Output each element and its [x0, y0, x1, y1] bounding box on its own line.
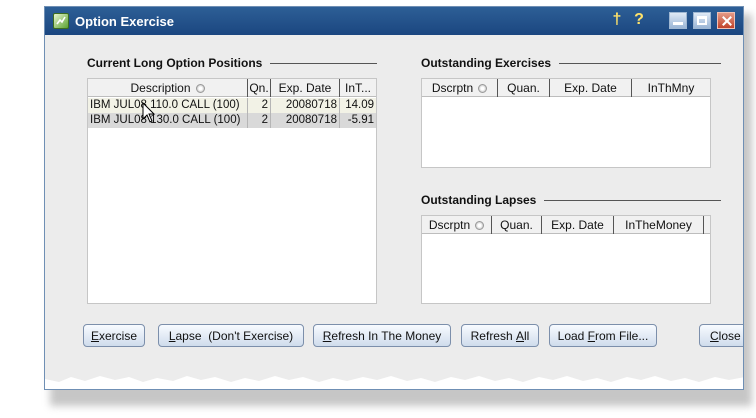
outstanding-exercises-table[interactable]: Dscrptn Quan. Exp. Date InThMny	[421, 78, 711, 168]
window-title: Option Exercise	[75, 13, 174, 29]
close-window-button[interactable]	[717, 11, 735, 29]
outstanding-lapses-header: Dscrptn Quan. Exp. Date InTheMoney	[422, 216, 710, 234]
torn-edge	[45, 376, 743, 389]
minimize-button[interactable]	[669, 11, 687, 29]
column-header-exp-date[interactable]: Exp. Date	[550, 79, 632, 97]
row-exp-date: 20080718	[271, 98, 340, 113]
row-description: IBM JUL08 110.0 CALL (100)	[88, 98, 248, 113]
column-header-quantity[interactable]: Quan.	[492, 216, 542, 234]
long-positions-header: Description Qn. Exp. Date InT...	[88, 79, 376, 97]
column-header-description[interactable]: Dscrptn	[422, 216, 492, 234]
option-exercise-window: Option Exercise † ? Current Long Option …	[44, 6, 744, 390]
help-icon[interactable]: ?	[631, 11, 647, 29]
column-header-in-the-money[interactable]: InThMny	[632, 79, 710, 97]
sort-icon	[478, 83, 488, 93]
row-qty: 2	[248, 98, 271, 113]
column-header-in-the-money[interactable]: InTheMoney	[614, 216, 704, 234]
maximize-button[interactable]	[693, 11, 711, 29]
title-bar[interactable]: Option Exercise † ?	[45, 7, 743, 35]
mouse-cursor-icon	[142, 102, 156, 123]
column-header-exp-date[interactable]: Exp. Date	[542, 216, 614, 234]
load-from-file-button[interactable]: Load From File...	[549, 324, 657, 347]
outstanding-exercises-title: Outstanding Exercises	[421, 56, 721, 70]
column-header-description[interactable]: Dscrptn	[422, 79, 498, 97]
exercise-button[interactable]: Exercise	[83, 324, 145, 347]
close-button[interactable]: Close	[699, 324, 743, 347]
row-qty: 2	[248, 113, 271, 128]
refresh-all-button[interactable]: Refresh All	[461, 324, 539, 347]
row-in-the-money: 14.09	[345, 99, 374, 111]
long-positions-title: Current Long Option Positions	[87, 56, 377, 70]
column-header-description[interactable]: Description	[88, 79, 248, 97]
row-description: IBM JUL08 130.0 CALL (100)	[88, 113, 248, 128]
outstanding-lapses-table[interactable]: Dscrptn Quan. Exp. Date InTheMoney	[421, 215, 711, 304]
column-header-quantity[interactable]: Quan.	[498, 79, 550, 97]
table-row[interactable]: IBM JUL08 110.0 CALL (100) 2 20080718 14…	[88, 98, 376, 113]
row-exp-date: 20080718	[271, 113, 340, 128]
long-positions-table[interactable]: Description Qn. Exp. Date InT... IBM JUL…	[87, 78, 377, 304]
column-header-qty[interactable]: Qn.	[248, 79, 271, 97]
table-row[interactable]: IBM JUL08 130.0 CALL (100) 2 20080718 -5…	[88, 113, 376, 128]
refresh-in-the-money-button[interactable]: Refresh In The Money	[313, 324, 451, 347]
lapse-button[interactable]: Lapse (Don't Exercise)	[158, 324, 304, 347]
sort-icon	[475, 220, 485, 230]
outstanding-exercises-header: Dscrptn Quan. Exp. Date InThMny	[422, 79, 710, 97]
pin-icon[interactable]: †	[609, 11, 625, 29]
sort-icon	[195, 83, 205, 93]
app-icon	[53, 13, 69, 29]
column-header-exp-date[interactable]: Exp. Date	[271, 79, 340, 97]
outstanding-lapses-title: Outstanding Lapses	[421, 193, 721, 207]
row-in-the-money: -5.91	[347, 114, 374, 126]
column-header-in-the-money[interactable]: InT...	[340, 79, 376, 97]
